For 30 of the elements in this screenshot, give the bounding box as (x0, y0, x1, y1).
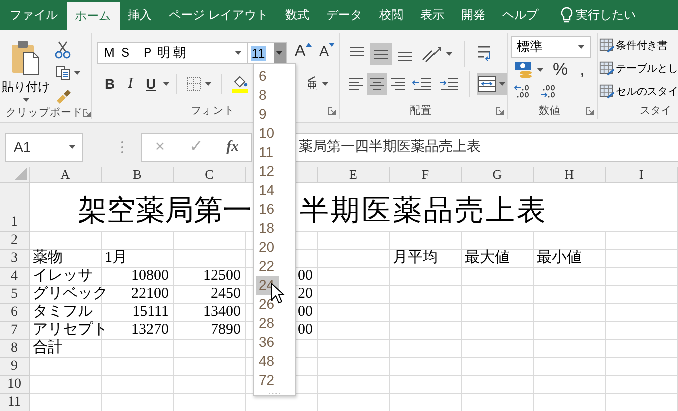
group-label: フォント (191, 104, 235, 118)
table-cell: タミフル (33, 304, 93, 321)
group-label: スタイ (640, 104, 672, 118)
table-cell: 1月 (105, 250, 128, 267)
table-cell: 12500 (204, 268, 241, 285)
table-cell: 7890 (211, 322, 241, 339)
table-cell: 00 (298, 322, 313, 339)
table-cell: 最大値 (465, 250, 510, 267)
table-cell: 22100 (132, 286, 169, 303)
table-cell: 最小値 (537, 250, 582, 267)
table-cell: 薬物 (33, 250, 63, 267)
table-cell: 20 (298, 286, 313, 303)
sheet-title: 半期医薬品売上表 (300, 194, 548, 229)
table-cell: アリセプト (33, 322, 108, 339)
group-label: クリップボード (6, 106, 83, 120)
table-cell: 00 (298, 304, 313, 321)
table-cell: 10800 (132, 268, 169, 285)
table-cell: 合計 (33, 340, 63, 357)
table-cell: 15111 (132, 304, 169, 321)
table-cell: グリベック (33, 286, 108, 303)
sheet-title: 架空薬局第一 (78, 194, 252, 229)
group-label: 数値 (539, 104, 561, 118)
table-cell: 00 (298, 268, 313, 285)
table-cell: 2450 (211, 286, 241, 303)
table-cell: イレッサ (33, 268, 93, 285)
font-size-value: 11 (250, 46, 266, 60)
group-label: 配置 (410, 104, 432, 118)
table-cell: 月平均 (393, 250, 438, 267)
table-cell: 13400 (204, 304, 241, 321)
table-cell: 13270 (132, 322, 169, 339)
